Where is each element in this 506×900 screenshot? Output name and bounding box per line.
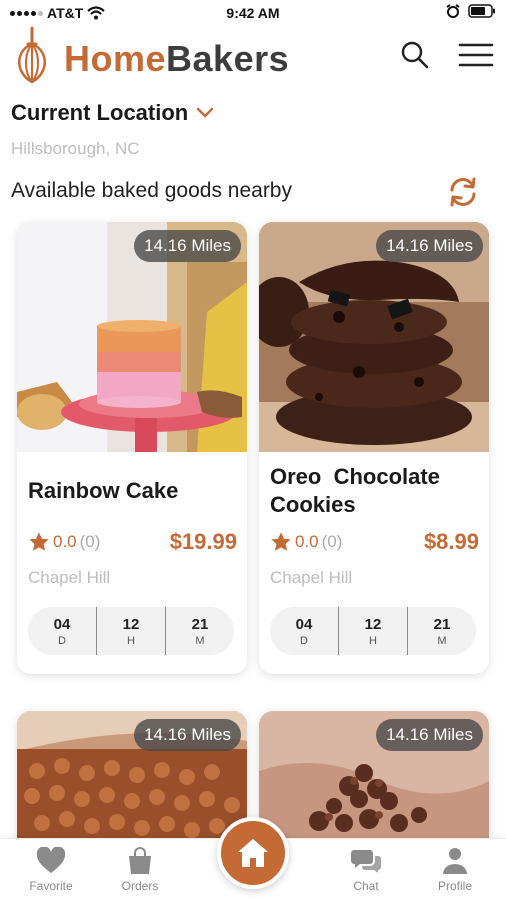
home-icon	[238, 839, 268, 867]
product-name: Rainbow Cake	[28, 478, 179, 503]
whisk-logo-icon	[18, 26, 46, 84]
status-bar: AT&T 9:42 AM	[0, 0, 506, 28]
product-name: Oreo Chocolate Cookies	[270, 463, 440, 519]
person-icon	[443, 848, 467, 874]
app-header: HomeBakers	[0, 26, 506, 96]
timer-days-unit: D	[58, 634, 66, 647]
nav-orders-label: Orders	[121, 879, 159, 893]
status-time: 9:42 AM	[226, 5, 280, 21]
product-price: $8.99	[423, 529, 479, 554]
status-right	[446, 4, 496, 18]
timer-minutes-value: 21	[433, 615, 451, 633]
star-icon	[29, 532, 49, 551]
brand-logo[interactable]: HomeBakers	[64, 38, 289, 80]
location-selector[interactable]: Current Location	[11, 100, 214, 126]
nav-profile-label: Profile	[437, 879, 472, 893]
review-count: (0)	[321, 532, 343, 551]
chevron-down-icon	[197, 107, 214, 118]
timer-hours: 12 H	[96, 607, 165, 655]
distance-badge: 14.16 Miles	[376, 719, 483, 751]
timer-hours-value: 12	[364, 615, 382, 633]
product-rating: 0.0 (0)	[28, 531, 100, 553]
nav-orders[interactable]: Orders	[100, 847, 180, 893]
location-city: Hillsborough, NC	[11, 139, 140, 158]
brand-home-text: Home	[64, 38, 167, 79]
timer-days: 04 D	[270, 607, 338, 655]
timer-days-value: 04	[295, 615, 313, 633]
nav-favorite[interactable]: Favorite	[11, 847, 91, 893]
countdown-timer: 04 D 12 H 21 M	[270, 607, 476, 655]
timer-minutes-unit: M	[195, 634, 205, 647]
product-price: $19.99	[169, 529, 237, 554]
rating-value: 0.0	[53, 532, 77, 551]
timer-hours-value: 12	[122, 615, 140, 633]
timer-hours-unit: H	[369, 634, 377, 647]
review-count: (0)	[79, 532, 101, 551]
search-icon[interactable]	[400, 40, 430, 70]
product-city: Chapel Hill	[270, 568, 353, 587]
heart-icon	[36, 847, 66, 873]
bag-icon	[129, 847, 151, 874]
nav-favorite-label: Favorite	[29, 879, 73, 893]
chat-icon	[351, 850, 381, 873]
alarm-icon	[446, 4, 460, 18]
countdown-timer: 04 D 12 H 21 M	[28, 607, 234, 655]
home-button[interactable]	[217, 817, 289, 889]
product-name-line1: Oreo Chocolate	[270, 464, 440, 489]
location-title: Current Location	[11, 100, 189, 125]
timer-hours-unit: H	[127, 634, 135, 647]
nav-chat[interactable]: Chat	[326, 847, 406, 893]
distance-badge: 14.16 Miles	[134, 230, 241, 262]
product-card[interactable]: 14.16 Miles Oreo Chocolate Cookies 0.0 (0…	[259, 222, 489, 674]
product-image[interactable]: 14.16 Miles	[259, 222, 489, 452]
brand-bakers-text: Bakers	[166, 38, 290, 79]
timer-minutes: 21 M	[407, 607, 476, 655]
star-icon	[271, 532, 291, 551]
distance-badge: 14.16 Miles	[376, 230, 483, 262]
battery-icon	[468, 4, 495, 18]
timer-minutes-value: 21	[191, 615, 209, 633]
timer-minutes: 21 M	[165, 607, 234, 655]
menu-icon[interactable]	[458, 42, 494, 68]
product-name-line2: Cookies	[270, 492, 356, 517]
timer-minutes-unit: M	[437, 634, 447, 647]
distance-badge: 14.16 Miles	[134, 719, 241, 751]
timer-days-value: 04	[53, 615, 71, 633]
timer-days: 04 D	[28, 607, 96, 655]
nav-chat-label: Chat	[353, 879, 379, 893]
product-card[interactable]: 14.16 Miles Rainbow Cake 0.0 (0) $19.99 C…	[17, 222, 247, 674]
product-city: Chapel Hill	[28, 568, 111, 587]
nav-profile[interactable]: Profile	[415, 847, 495, 893]
refresh-icon[interactable]	[446, 175, 480, 209]
product-image[interactable]: 14.16 Miles	[17, 222, 247, 452]
section-title: Available baked goods nearby	[11, 179, 292, 202]
rating-value: 0.0	[295, 532, 319, 551]
product-rating: 0.0 (0)	[270, 531, 342, 553]
timer-days-unit: D	[300, 634, 308, 647]
timer-hours: 12 H	[338, 607, 407, 655]
